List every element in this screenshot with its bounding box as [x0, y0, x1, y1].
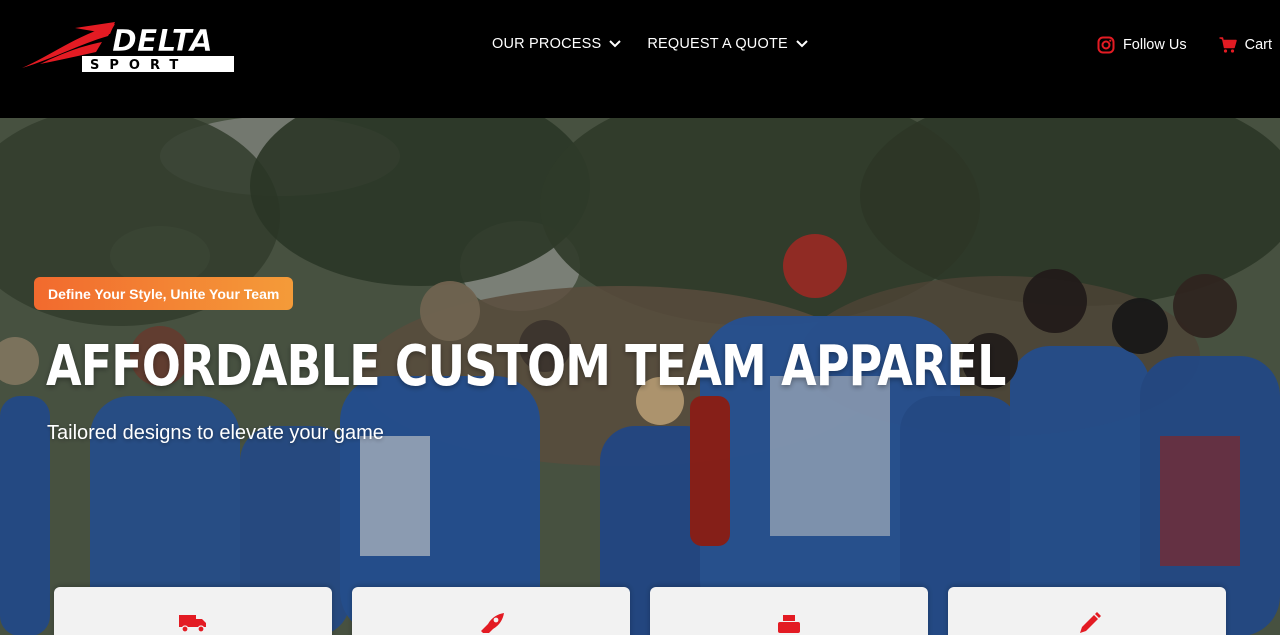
nav-our-process[interactable]: OUR PROCESS [492, 36, 622, 52]
logo-text-main: DELTA [112, 24, 213, 59]
follow-us-label: Follow Us [1122, 37, 1187, 53]
printer-icon [778, 615, 800, 633]
cart-link[interactable]: Cart [1219, 36, 1272, 54]
feature-card-speed[interactable] [352, 587, 630, 635]
site-header: DELTA SPORT OUR PROCESS REQUEST A QUOTE [0, 0, 1280, 118]
nav-our-process-label: OUR PROCESS [492, 36, 602, 52]
hero-tagline-badge: Define Your Style, Unite Your Team [34, 277, 294, 310]
delta-sport-logo[interactable]: DELTA SPORT [20, 16, 236, 78]
follow-us-link[interactable]: Follow Us [1097, 36, 1187, 54]
chevron-down-icon [609, 40, 622, 48]
pencil-icon [1080, 612, 1101, 633]
nav-request-a-quote-label: REQUEST A QUOTE [647, 36, 788, 52]
instagram-icon [1097, 36, 1115, 54]
hero-section: Define Your Style, Unite Your Team AFFOR… [0, 96, 1280, 635]
cart-icon [1219, 37, 1237, 53]
chevron-down-icon [796, 40, 808, 48]
logo-text-sub: SPORT [90, 58, 188, 73]
truck-icon [179, 615, 206, 633]
nav-request-a-quote[interactable]: REQUEST A QUOTE [647, 36, 808, 52]
feature-card-printing[interactable] [650, 587, 928, 635]
cart-label: Cart [1244, 37, 1272, 53]
hero-headline: AFFORDABLE CUSTOM TEAM APPAREL [46, 334, 1006, 399]
hero-subhead: Tailored designs to elevate your game [47, 422, 384, 444]
feature-card-shipping[interactable] [54, 587, 332, 635]
header-right-links: Follow Us Cart [1097, 36, 1272, 54]
rocket-icon [481, 613, 504, 633]
main-nav: OUR PROCESS REQUEST A QUOTE [492, 36, 808, 52]
feature-card-design[interactable] [948, 587, 1226, 635]
